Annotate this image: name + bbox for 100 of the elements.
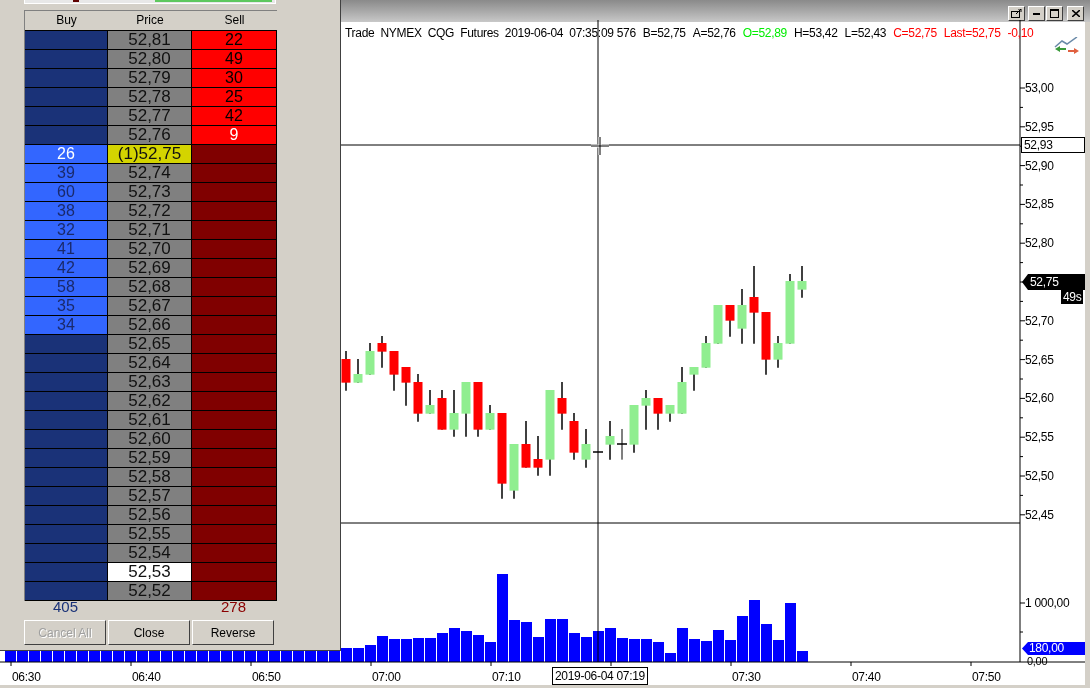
price-cell[interactable]: 52,55	[108, 525, 192, 543]
buy-cell[interactable]: 58	[25, 278, 108, 296]
buy-cell[interactable]	[25, 544, 108, 562]
order-button[interactable]: Reverse	[192, 620, 274, 645]
sell-cell[interactable]	[192, 164, 277, 182]
volume-bar	[77, 651, 88, 662]
price-cell[interactable]: 52,70	[108, 240, 192, 258]
buy-cell[interactable]	[25, 354, 108, 372]
sell-cell[interactable]	[192, 506, 277, 524]
sell-cell[interactable]	[192, 278, 277, 296]
sell-cell[interactable]: 42	[192, 107, 277, 125]
buy-cell[interactable]: 34	[25, 316, 108, 334]
sell-cell[interactable]	[192, 430, 277, 448]
price-cell[interactable]: 52,63	[108, 373, 192, 391]
buy-cell[interactable]	[25, 449, 108, 467]
price-cell[interactable]: 52,76	[108, 126, 192, 144]
buy-cell[interactable]	[25, 392, 108, 410]
sell-cell[interactable]	[192, 563, 277, 581]
price-cell[interactable]: 52,72	[108, 202, 192, 220]
sell-cell[interactable]	[192, 392, 277, 410]
buy-cell[interactable]	[25, 88, 108, 106]
price-cell[interactable]: 52,59	[108, 449, 192, 467]
buy-cell[interactable]	[25, 506, 108, 524]
sell-cell[interactable]	[192, 316, 277, 334]
buy-cell[interactable]	[25, 126, 108, 144]
buy-cell[interactable]: 35	[25, 297, 108, 315]
sell-cell[interactable]: 49	[192, 50, 277, 68]
sell-cell[interactable]: 22	[192, 31, 277, 49]
price-cell[interactable]: 52,71	[108, 221, 192, 239]
price-cell[interactable]: 52,74	[108, 164, 192, 182]
candle	[461, 381, 471, 438]
minimize-button[interactable]	[1028, 6, 1045, 21]
sell-cell[interactable]	[192, 468, 277, 486]
sell-cell[interactable]	[192, 582, 277, 600]
volume-bar	[329, 651, 340, 662]
buy-cell[interactable]	[25, 335, 108, 353]
buy-cell[interactable]	[25, 430, 108, 448]
price-cell[interactable]: 52,57	[108, 487, 192, 505]
buy-cell[interactable]	[25, 69, 108, 87]
buy-cell[interactable]	[25, 487, 108, 505]
price-cell[interactable]: 52,64	[108, 354, 192, 372]
buy-cell[interactable]: 26	[25, 145, 108, 163]
price-cell[interactable]: 52,61	[108, 411, 192, 429]
detach-button[interactable]	[1008, 6, 1025, 21]
price-cell[interactable]: 52,65	[108, 335, 192, 353]
sell-cell[interactable]	[192, 221, 277, 239]
price-cell[interactable]: 52,67	[108, 297, 192, 315]
buy-cell[interactable]	[25, 50, 108, 68]
buy-cell[interactable]	[25, 525, 108, 543]
buy-cell[interactable]: 41	[25, 240, 108, 258]
buy-cell[interactable]	[25, 411, 108, 429]
price-cell[interactable]: 52,60	[108, 430, 192, 448]
sell-cell[interactable]	[192, 183, 277, 201]
order-button[interactable]: Close	[108, 620, 190, 645]
buy-cell[interactable]	[25, 563, 108, 581]
price-cell[interactable]: 52,62	[108, 392, 192, 410]
price-cell[interactable]: 52,53	[108, 563, 192, 581]
price-cell[interactable]: 52,81	[108, 31, 192, 49]
price-cell[interactable]: 52,52	[108, 582, 192, 600]
price-cell[interactable]: 52,77	[108, 107, 192, 125]
price-cell[interactable]: 52,58	[108, 468, 192, 486]
buy-cell[interactable]	[25, 468, 108, 486]
sell-cell[interactable]	[192, 240, 277, 258]
buy-cell[interactable]	[25, 31, 108, 49]
buy-cell[interactable]: 39	[25, 164, 108, 182]
buy-cell[interactable]: 32	[25, 221, 108, 239]
buy-cell[interactable]	[25, 373, 108, 391]
price-cell[interactable]: 52,78	[108, 88, 192, 106]
sell-cell[interactable]	[192, 411, 277, 429]
sell-cell[interactable]	[192, 487, 277, 505]
price-cell[interactable]: 52,56	[108, 506, 192, 524]
price-cell[interactable]: 52,73	[108, 183, 192, 201]
sell-cell[interactable]: 25	[192, 88, 277, 106]
price-cell[interactable]: 52,68	[108, 278, 192, 296]
buy-cell[interactable]: 60	[25, 183, 108, 201]
sell-cell[interactable]	[192, 354, 277, 372]
price-axis-label: 52,90	[1025, 158, 1054, 173]
buy-cell[interactable]: 38	[25, 202, 108, 220]
sell-cell[interactable]	[192, 335, 277, 353]
price-cell[interactable]: (1)52,75	[108, 145, 192, 163]
sell-cell[interactable]	[192, 297, 277, 315]
sell-cell[interactable]	[192, 259, 277, 277]
sell-cell[interactable]: 30	[192, 69, 277, 87]
sell-cell[interactable]	[192, 145, 277, 163]
sell-cell[interactable]	[192, 373, 277, 391]
price-cell[interactable]: 52,80	[108, 50, 192, 68]
price-cell[interactable]: 52,69	[108, 259, 192, 277]
close-button[interactable]	[1067, 6, 1084, 21]
price-cell[interactable]: 52,79	[108, 69, 192, 87]
buy-cell[interactable]: 42	[25, 259, 108, 277]
sell-cell[interactable]: 9	[192, 126, 277, 144]
sell-cell[interactable]	[192, 449, 277, 467]
buy-cell[interactable]	[25, 582, 108, 600]
price-cell[interactable]: 52,54	[108, 544, 192, 562]
price-cell[interactable]: 52,66	[108, 316, 192, 334]
maximize-button[interactable]	[1046, 6, 1063, 21]
sell-cell[interactable]	[192, 525, 277, 543]
sell-cell[interactable]	[192, 202, 277, 220]
sell-cell[interactable]	[192, 544, 277, 562]
buy-cell[interactable]	[25, 107, 108, 125]
